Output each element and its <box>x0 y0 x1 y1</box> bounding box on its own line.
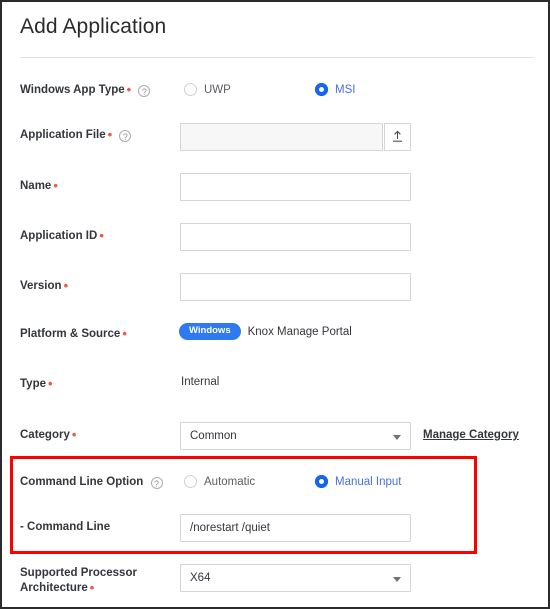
windows-app-type-label: Windows App Type • ? <box>20 81 151 97</box>
supported-processor-architecture-select[interactable]: X64 <box>180 564 411 592</box>
radio-command-line-manual-input[interactable]: Manual Input <box>315 475 402 488</box>
name-input[interactable] <box>180 173 411 201</box>
application-id-label: Application ID • <box>20 227 104 243</box>
radio-label: Manual Input <box>335 475 402 488</box>
command-line-label: - Command Line <box>20 521 111 533</box>
upload-icon <box>393 130 402 142</box>
radio-label: UWP <box>204 83 231 96</box>
row-command-line: - Command Line <box>2 514 548 564</box>
radio-windows-app-type-uwp[interactable]: UWP <box>184 83 231 96</box>
radio-label: Automatic <box>204 475 256 488</box>
manage-category-link[interactable]: Manage Category <box>423 429 519 441</box>
radio-indicator-selected <box>315 475 328 488</box>
question-mark-icon[interactable]: ? <box>150 477 163 489</box>
radio-indicator <box>184 83 197 96</box>
version-label: Version • <box>20 277 69 293</box>
page-title: Add Application <box>20 15 167 38</box>
platform-badge: Windows <box>179 323 241 340</box>
architecture-selected-value: X64 <box>190 572 211 584</box>
form-page: Add Application Windows App Type • ? UWP … <box>2 2 548 607</box>
row-version: Version • <box>2 273 548 323</box>
platform-source-label: Platform & Source • <box>20 325 127 341</box>
command-line-option-label: Command Line Option ? <box>20 475 163 489</box>
radio-label: MSI <box>335 83 356 96</box>
required-marker: • <box>48 375 53 391</box>
row-type: Type • Internal <box>2 376 548 426</box>
type-label: Type • <box>20 375 53 391</box>
radio-indicator-selected <box>315 83 328 96</box>
upload-file-button[interactable] <box>384 123 411 151</box>
radio-command-line-automatic[interactable]: Automatic <box>184 475 255 488</box>
category-label: Category • <box>20 426 77 442</box>
supported-processor-architecture-label: Supported Processor Architecture • <box>20 567 137 595</box>
platform-source-value: Windows Knox Manage Portal <box>179 323 352 340</box>
row-category: Category • Common Manage Category <box>2 422 548 472</box>
required-marker: • <box>53 177 58 193</box>
row-supported-processor-architecture: Supported Processor Architecture • X64 <box>2 564 548 607</box>
version-input[interactable] <box>180 273 411 301</box>
question-mark-icon[interactable]: ? <box>119 130 132 142</box>
row-platform-source: Platform & Source • Windows Knox Manage Po… <box>2 323 548 376</box>
chevron-down-icon <box>393 435 401 440</box>
source-text: Knox Manage Portal <box>247 325 352 338</box>
name-label: Name • <box>20 177 58 193</box>
radio-indicator <box>184 475 197 488</box>
row-application-id: Application ID • <box>2 223 548 273</box>
row-application-file: Application File • ? <box>2 123 548 173</box>
category-selected-value: Common <box>190 430 237 442</box>
row-name: Name • <box>2 173 548 223</box>
required-marker: • <box>126 81 132 97</box>
category-select[interactable]: Common <box>180 422 411 450</box>
question-mark-icon[interactable]: ? <box>138 85 151 97</box>
required-marker: • <box>99 227 104 243</box>
chevron-down-icon <box>393 577 401 582</box>
application-id-input[interactable] <box>180 223 411 251</box>
command-line-input[interactable] <box>180 514 411 542</box>
title-divider <box>20 57 534 58</box>
application-file-input[interactable] <box>180 123 383 151</box>
add-application-screen: Add Application Windows App Type • ? UWP … <box>0 0 550 609</box>
required-marker: • <box>107 126 113 142</box>
required-marker: • <box>89 579 95 595</box>
required-marker: • <box>63 277 69 293</box>
required-marker: • <box>71 426 77 442</box>
required-marker: • <box>122 325 127 341</box>
radio-windows-app-type-msi[interactable]: MSI <box>315 83 355 96</box>
type-value: Internal <box>181 376 220 388</box>
application-file-label: Application File • ? <box>20 126 132 142</box>
